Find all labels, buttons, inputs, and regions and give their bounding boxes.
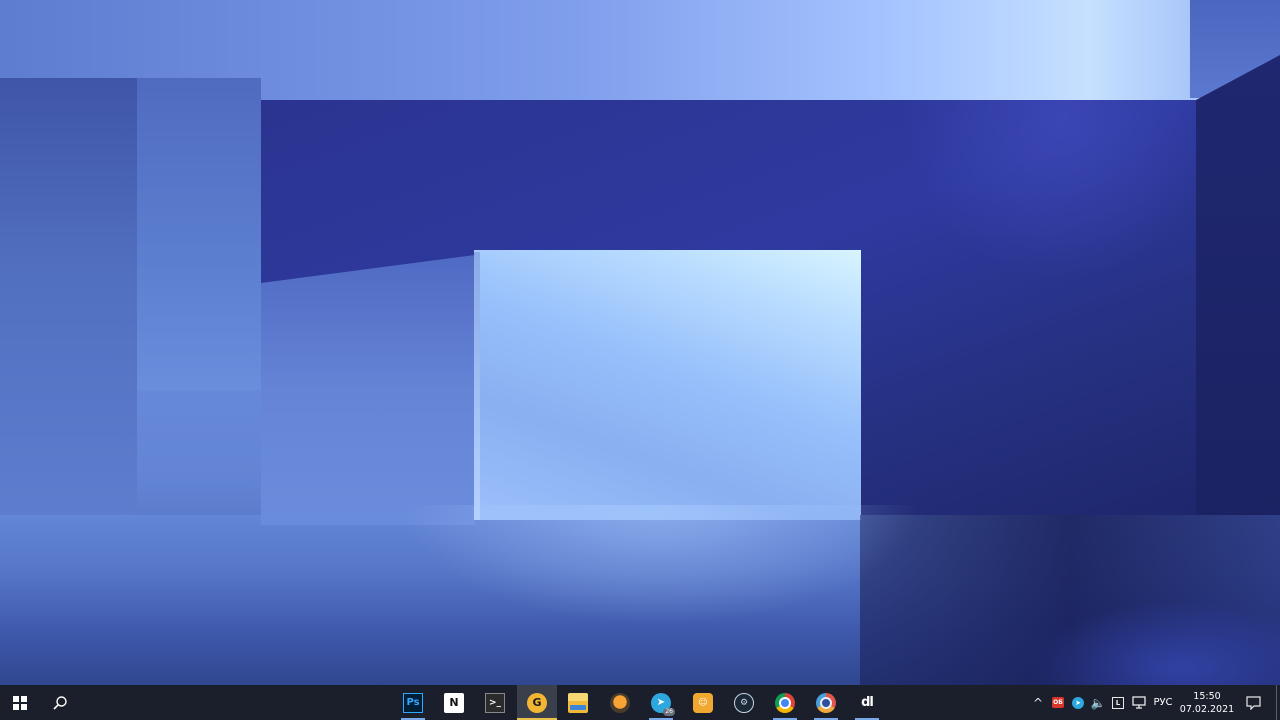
- wallpaper-wall-glow: [900, 100, 1220, 280]
- wallpaper-left-panel: [0, 78, 137, 518]
- taskbar-app-dl[interactable]: dl: [847, 685, 887, 720]
- search-button[interactable]: [40, 685, 80, 720]
- wallpaper-door-edge: [474, 252, 480, 520]
- wallpaper-floor-light: [400, 505, 920, 625]
- taskbar-app-steam[interactable]: ⚙: [724, 685, 764, 720]
- tray-telegram[interactable]: ➤: [1070, 685, 1086, 720]
- boxed-app-icon: L: [1112, 696, 1124, 709]
- network-icon: [1131, 696, 1146, 709]
- taskbar-app-terminal[interactable]: >_: [475, 685, 515, 720]
- wallpaper-left-pillar: [137, 78, 261, 390]
- fl-studio-icon: [610, 692, 630, 713]
- taskbar-app-photoshop[interactable]: Ps: [393, 685, 433, 720]
- taskbar-app-pinned-active[interactable]: G: [517, 685, 557, 720]
- telegram-tray-icon: ➤: [1072, 696, 1084, 709]
- notion-icon: N: [444, 692, 464, 713]
- tray-language[interactable]: РУС: [1150, 685, 1176, 720]
- chrome-dev-icon: [816, 692, 836, 713]
- taskbar-app-telegram[interactable]: ➤ 26: [641, 685, 681, 720]
- taskbar-app-chrome[interactable]: [765, 685, 805, 720]
- taskbar-app-fl-studio[interactable]: [600, 685, 640, 720]
- discord-icon: ☺: [693, 692, 713, 713]
- taskbar-app-chrome-dev[interactable]: [806, 685, 846, 720]
- volume-icon: 🔈: [1090, 695, 1106, 710]
- search-icon: [53, 695, 67, 710]
- tray-overflow-button[interactable]: ^: [1030, 685, 1046, 720]
- yellow-badge-app-icon: G: [527, 692, 547, 713]
- dl-app-icon: dl: [861, 695, 874, 710]
- chevron-up-icon: ^: [1032, 695, 1044, 710]
- unread-badge: 26: [663, 707, 675, 716]
- show-desktop-button[interactable]: [1276, 685, 1280, 720]
- tray-boxed-app[interactable]: L: [1110, 685, 1126, 720]
- tray-red-app[interactable]: OБ: [1050, 685, 1066, 720]
- clock-date: 07.02.2021: [1179, 703, 1235, 715]
- wallpaper-floor-left: [261, 255, 475, 525]
- tray-network[interactable]: [1130, 685, 1148, 720]
- desktop-wallpaper[interactable]: [0, 0, 1280, 685]
- language-indicator: РУС: [1153, 697, 1173, 708]
- steam-icon: ⚙: [734, 692, 754, 713]
- photoshop-icon: Ps: [403, 692, 423, 713]
- wallpaper-corner-light: [1030, 600, 1280, 685]
- tray-clock[interactable]: 15:50 07.02.2021: [1178, 685, 1236, 720]
- wallpaper-doorway: [474, 250, 861, 520]
- windows-logo-icon: [13, 695, 27, 710]
- action-center-button[interactable]: [1240, 685, 1266, 720]
- taskbar: Ps N >_ G ➤ 26 ☺ ⚙ dl ^ OБ ➤ 🔈 L РУС 15:…: [0, 685, 1280, 720]
- terminal-icon: >_: [485, 692, 505, 713]
- folder-icon: [568, 692, 588, 713]
- telegram-icon: ➤ 26: [651, 692, 675, 716]
- taskbar-app-file-explorer[interactable]: [558, 685, 598, 720]
- telegram-glyph: ➤: [656, 697, 666, 708]
- taskbar-app-discord[interactable]: ☺: [683, 685, 723, 720]
- taskbar-app-notion[interactable]: N: [434, 685, 474, 720]
- clock-time: 15:50: [1193, 690, 1221, 702]
- tray-volume[interactable]: 🔈: [1090, 685, 1106, 720]
- notification-icon: [1245, 695, 1261, 710]
- red-app-icon: OБ: [1052, 697, 1064, 708]
- start-button[interactable]: [0, 685, 40, 720]
- chrome-icon: [775, 692, 795, 713]
